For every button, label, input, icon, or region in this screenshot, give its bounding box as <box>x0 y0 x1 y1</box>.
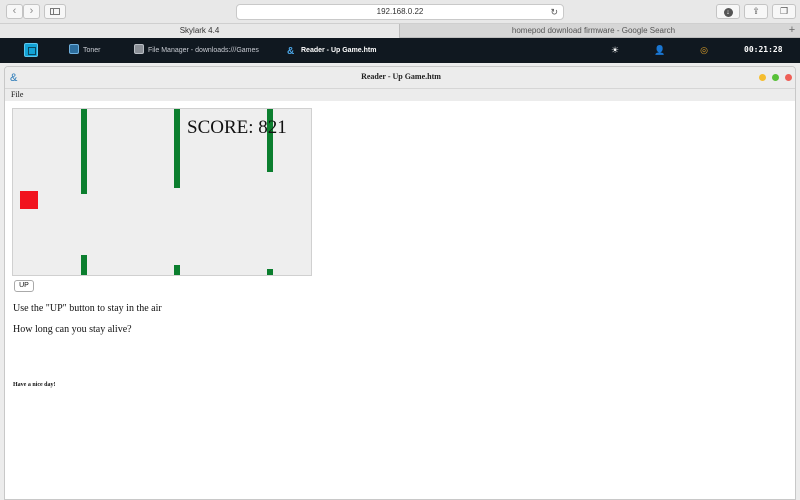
download-icon: ↓ <box>723 8 733 17</box>
toner-icon <box>69 44 79 54</box>
sidebar-button[interactable] <box>44 4 66 19</box>
menu-file[interactable]: File <box>11 89 23 101</box>
tabs-icon: ❐ <box>779 6 789 16</box>
maximize-button[interactable] <box>772 74 779 81</box>
address-text: 192.168.0.22 <box>376 7 424 16</box>
sidebar-icon <box>50 8 60 15</box>
game-canvas[interactable]: SCORE: 821 <box>12 108 312 276</box>
pipe-bottom <box>81 255 87 275</box>
pipe-top <box>81 109 87 194</box>
taskbar-item-label: Toner <box>83 47 101 54</box>
score-label: SCORE: 821 <box>187 117 287 138</box>
share-icon: ⇪ <box>752 6 760 16</box>
reader-window: & Reader - Up Game.htm File SCORE: 821 U… <box>4 66 796 500</box>
address-bar[interactable]: 192.168.0.22 ↻ <box>236 4 564 20</box>
share-button[interactable]: ⇪ <box>744 4 768 19</box>
pipe-top <box>174 109 180 188</box>
tab-google-search[interactable]: homepod download firmware - Google Searc… <box>401 24 786 38</box>
window-title: Reader - Up Game.htm <box>361 72 441 81</box>
instructions-text: Use the "UP" button to stay in the air <box>13 303 162 314</box>
taskbar-item-toner[interactable]: Toner <box>69 43 101 58</box>
file-manager-icon <box>134 44 144 54</box>
pipe-bottom <box>267 269 273 275</box>
brightness-icon[interactable]: ☀ <box>609 44 621 56</box>
close-button[interactable] <box>785 74 792 81</box>
pipe-bottom <box>174 265 180 275</box>
taskbar: Toner File Manager - downloads:///Games … <box>0 38 800 63</box>
user-icon[interactable]: 👤 <box>654 44 666 56</box>
tab-skylark[interactable]: Skylark 4.4 <box>0 24 400 38</box>
download-button[interactable]: ↓ <box>716 4 740 19</box>
footer-text: Have a nice day! <box>13 382 56 388</box>
reload-icon[interactable]: ↻ <box>550 5 558 19</box>
window-titlebar: & Reader - Up Game.htm <box>5 67 795 89</box>
taskbar-item-label: File Manager - downloads:///Games <box>148 47 259 54</box>
plus-icon[interactable]: + <box>786 24 798 38</box>
taskbar-item-label: Reader - Up Game.htm <box>301 47 377 54</box>
tabs-button[interactable]: ❐ <box>772 4 796 19</box>
chevron-left-icon: ‹ <box>12 5 17 17</box>
back-button[interactable]: ‹ <box>6 4 23 19</box>
question-text: How long can you stay alive? <box>13 324 132 335</box>
page-content: SCORE: 821 UP Use the "UP" button to sta… <box>5 101 795 499</box>
taskbar-item-file-manager[interactable]: File Manager - downloads:///Games <box>134 43 259 58</box>
search-icon[interactable]: ◎ <box>698 44 710 56</box>
taskbar-item-reader[interactable]: & Reader - Up Game.htm <box>287 43 376 58</box>
minimize-button[interactable] <box>759 74 766 81</box>
start-menu-icon[interactable] <box>24 43 38 57</box>
chevron-right-icon: › <box>29 5 34 17</box>
clock: 00:21:28 <box>744 45 783 54</box>
reader-icon: & <box>287 46 295 57</box>
up-button[interactable]: UP <box>14 280 34 292</box>
browser-toolbar: ‹ › 192.168.0.22 ↻ ↓ ⇪ ❐ <box>0 0 800 24</box>
forward-button[interactable]: › <box>23 4 40 19</box>
player-square <box>20 191 38 209</box>
tab-bar: Skylark 4.4 homepod download firmware - … <box>0 24 800 38</box>
menu-bar: File <box>5 89 795 101</box>
